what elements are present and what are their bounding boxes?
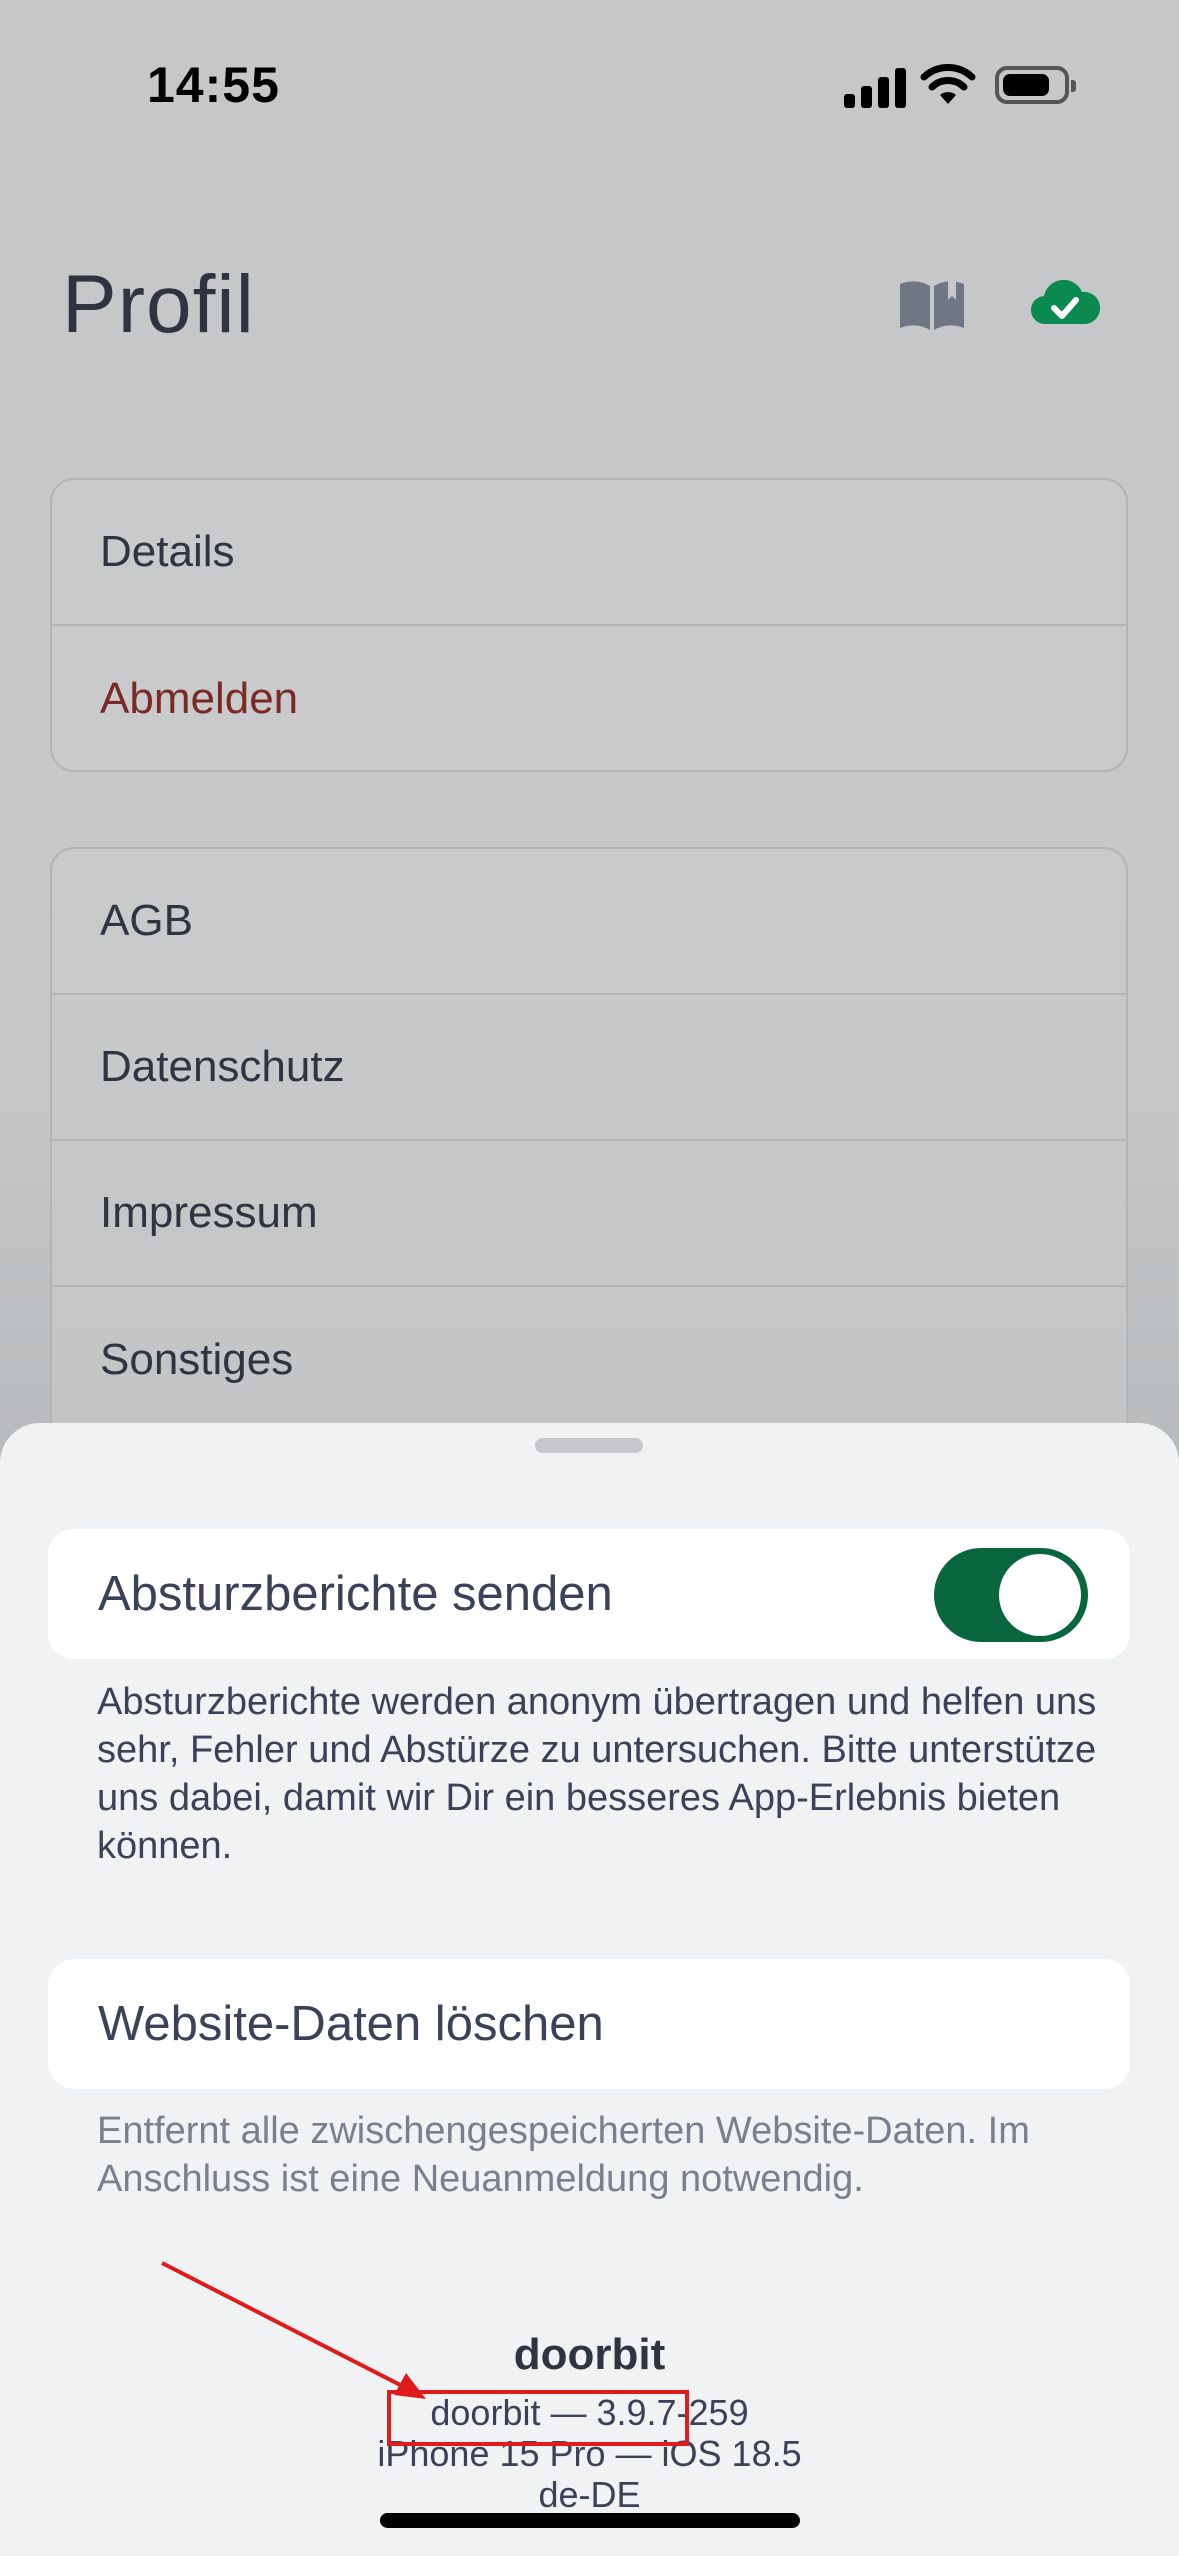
clear-website-data-button[interactable]: Website-Daten löschen <box>48 1959 1130 2089</box>
cloud-check-icon[interactable] <box>1030 274 1100 330</box>
toggle-knob <box>999 1554 1081 1636</box>
cellular-signal-icon <box>844 66 906 108</box>
status-time: 14:55 <box>147 57 280 113</box>
privacy-row[interactable]: Datenschutz <box>52 995 1126 1141</box>
account-card: Details Abmelden <box>50 478 1128 772</box>
sheet-grabber-handle[interactable] <box>535 1438 643 1453</box>
agb-row[interactable]: AGB <box>52 849 1126 995</box>
crash-reports-label: Absturzberichte senden <box>98 1567 613 1621</box>
crash-reports-toggle[interactable] <box>934 1548 1088 1642</box>
crash-reports-description: Absturzberichte werden anonym übertragen… <box>97 1681 1097 1867</box>
clear-website-data-label: Website-Daten löschen <box>98 1997 604 2051</box>
legal-card: AGB Datenschutz Impressum Sonstiges <box>50 847 1128 1467</box>
misc-row[interactable]: Sonstiges <box>52 1287 1126 1433</box>
battery-icon <box>995 66 1076 104</box>
logout-row[interactable]: Abmelden <box>52 626 1126 770</box>
annotation-arrow-icon <box>161 2261 426 2399</box>
crash-reports-setting: Absturzberichte senden <box>48 1529 1130 1659</box>
details-row[interactable]: Details <box>52 480 1126 626</box>
website-data-description: Entfernt alle zwischengespeicherten Webs… <box>97 2110 1030 2200</box>
book-open-icon[interactable] <box>896 276 968 334</box>
locale-info: de-DE <box>538 2474 641 2515</box>
wifi-icon <box>920 64 976 104</box>
imprint-row[interactable]: Impressum <box>52 1141 1126 1287</box>
page-title: Profil <box>62 259 255 350</box>
home-indicator[interactable] <box>380 2513 800 2528</box>
